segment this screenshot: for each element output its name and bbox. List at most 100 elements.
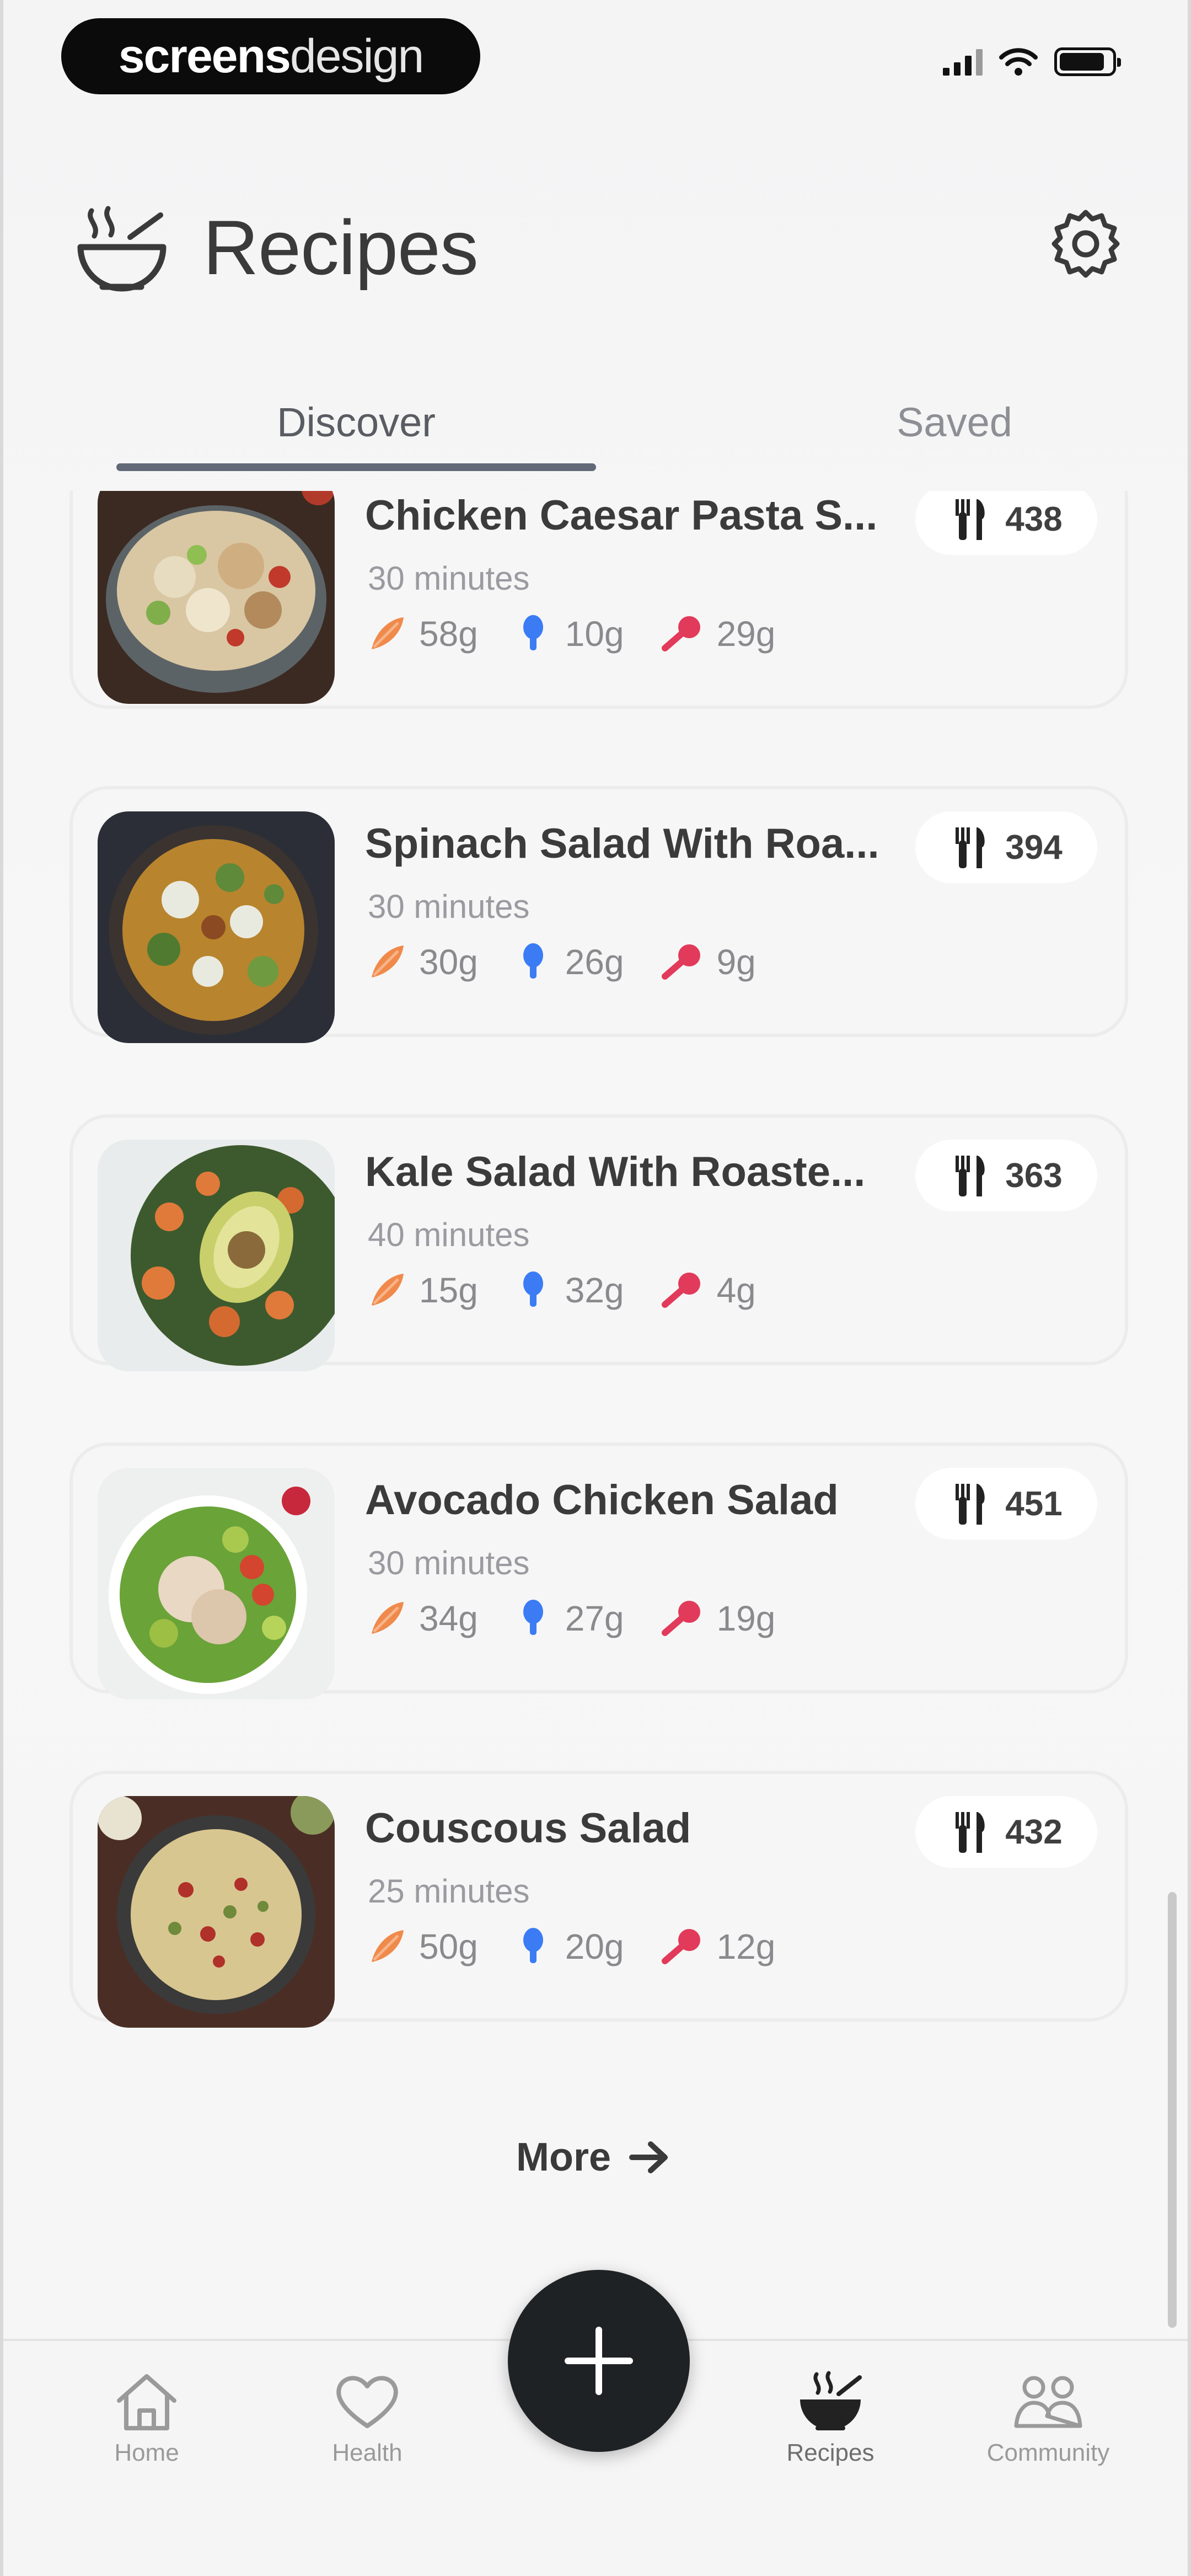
protein-value: 20g	[565, 1927, 624, 1966]
recipe-image	[98, 1796, 335, 2028]
protein-value: 10g	[565, 614, 624, 654]
protein-icon	[523, 1271, 543, 1307]
fork-knife-icon	[956, 1484, 985, 1525]
carbs-value: 15g	[419, 1270, 478, 1310]
recipe-card[interactable]: Chicken Caesar Pasta S... 30 minutes 58g…	[69, 491, 1128, 709]
protein-macro: 27g	[511, 1596, 624, 1640]
recipe-time: 30 minutes	[368, 560, 530, 597]
more-button[interactable]: More	[516, 2135, 672, 2180]
fat-icon	[661, 616, 700, 651]
scrollbar[interactable]	[1168, 1892, 1177, 2328]
fork-knife-icon	[956, 1812, 985, 1853]
fat-icon	[661, 1273, 700, 1308]
tab-discover[interactable]: Discover	[116, 375, 596, 469]
add-button[interactable]	[508, 2270, 690, 2452]
home-icon	[117, 2374, 176, 2430]
recipe-title: Avocado Chicken Salad	[365, 1477, 839, 1524]
recipe-image	[98, 811, 335, 1043]
fat-icon	[661, 944, 700, 980]
carbs-macro: 58g	[365, 612, 478, 656]
fork-knife-icon	[956, 1156, 985, 1196]
status-icons	[943, 47, 1121, 76]
fat-value: 19g	[716, 1599, 776, 1638]
recipe-card[interactable]: Spinach Salad With Roa... 30 minutes 30g…	[69, 786, 1128, 1043]
nav-label: Home	[114, 2439, 179, 2466]
carbs-value: 58g	[419, 614, 478, 654]
heart-icon	[336, 2376, 398, 2428]
settings-button[interactable]	[1047, 205, 1124, 282]
fat-value: 12g	[716, 1927, 776, 1966]
arrow-right-icon	[629, 2141, 668, 2173]
gear-icon	[1051, 210, 1120, 278]
protein-icon	[523, 1928, 543, 1963]
nav-recipes[interactable]: Recipes	[748, 2369, 913, 2467]
protein-icon	[523, 615, 543, 650]
nav-home[interactable]: Home	[64, 2369, 229, 2467]
fat-macro: 4g	[657, 1268, 756, 1312]
bowl-icon	[800, 2371, 862, 2430]
calorie-badge: 363	[915, 1140, 1097, 1211]
page-title: Recipes	[203, 204, 479, 291]
brand-name-light: design	[289, 29, 424, 83]
recipe-card[interactable]: Couscous Salad 25 minutes 50g 20g 12g 43…	[69, 1771, 1128, 2028]
protein-macro: 20g	[511, 1925, 624, 1969]
calorie-value: 394	[1005, 828, 1063, 867]
protein-value: 32g	[565, 1270, 624, 1310]
carbs-macro: 30g	[365, 940, 478, 984]
recipe-time: 25 minutes	[368, 1873, 530, 1910]
protein-icon	[523, 943, 543, 979]
carbs-icon	[372, 1274, 404, 1306]
calorie-badge: 394	[915, 811, 1097, 883]
active-tab-indicator	[116, 463, 596, 471]
nav-community[interactable]: Community	[965, 2369, 1131, 2467]
fat-macro: 19g	[657, 1596, 776, 1640]
protein-macro: 10g	[511, 612, 624, 656]
carbs-value: 34g	[419, 1599, 478, 1638]
calorie-value: 438	[1005, 500, 1063, 538]
nav-label: Health	[332, 2439, 403, 2466]
recipe-title: Chicken Caesar Pasta S...	[365, 492, 878, 539]
recipe-card[interactable]: Avocado Chicken Salad 30 minutes 34g 27g…	[69, 1442, 1128, 1699]
recipe-card[interactable]: Kale Salad With Roaste... 40 minutes 15g…	[69, 1114, 1128, 1371]
macros-row: 58g 10g 29g	[365, 603, 808, 664]
people-icon	[1014, 2376, 1082, 2428]
protein-value: 26g	[565, 942, 624, 982]
calorie-value: 432	[1005, 1813, 1063, 1851]
carbs-macro: 34g	[365, 1596, 478, 1640]
calorie-badge: 432	[915, 1796, 1097, 1868]
calorie-value: 451	[1005, 1484, 1063, 1523]
recipe-title: Kale Salad With Roaste...	[365, 1148, 866, 1195]
carbs-icon	[372, 1930, 404, 1962]
bowl-logo-icon	[77, 206, 167, 292]
fat-value: 4g	[716, 1270, 756, 1310]
more-label: More	[516, 2135, 611, 2179]
fat-value: 29g	[716, 614, 776, 654]
nav-health[interactable]: Health	[285, 2369, 450, 2467]
protein-macro: 32g	[511, 1268, 624, 1312]
wifi-icon	[999, 48, 1038, 76]
calorie-value: 363	[1005, 1156, 1063, 1195]
recipe-time: 30 minutes	[368, 1544, 530, 1581]
carbs-icon	[372, 617, 404, 649]
fat-icon	[661, 1929, 700, 1964]
tab-saved[interactable]: Saved	[717, 375, 1188, 469]
battery-icon	[1054, 47, 1121, 76]
fork-knife-icon	[956, 827, 985, 868]
nav-label: Community	[986, 2439, 1110, 2466]
protein-macro: 26g	[511, 940, 624, 984]
calorie-badge: 438	[915, 491, 1097, 555]
signal-icon	[943, 48, 983, 76]
carbs-macro: 50g	[365, 1925, 478, 1969]
recipe-title: Couscous Salad	[365, 1805, 691, 1852]
recipe-title: Spinach Salad With Roa...	[365, 820, 879, 867]
page-header: Recipes	[69, 188, 1124, 298]
carbs-macro: 15g	[365, 1268, 478, 1312]
plus-icon	[565, 2327, 633, 2395]
recipe-time: 30 minutes	[368, 888, 530, 925]
fork-knife-icon	[956, 499, 985, 540]
macros-row: 50g 20g 12g	[365, 1916, 808, 1977]
recipe-time: 40 minutes	[368, 1216, 530, 1253]
calorie-badge: 451	[915, 1468, 1097, 1540]
protein-icon	[523, 1600, 543, 1635]
tab-bar: Discover Saved	[116, 375, 1087, 474]
